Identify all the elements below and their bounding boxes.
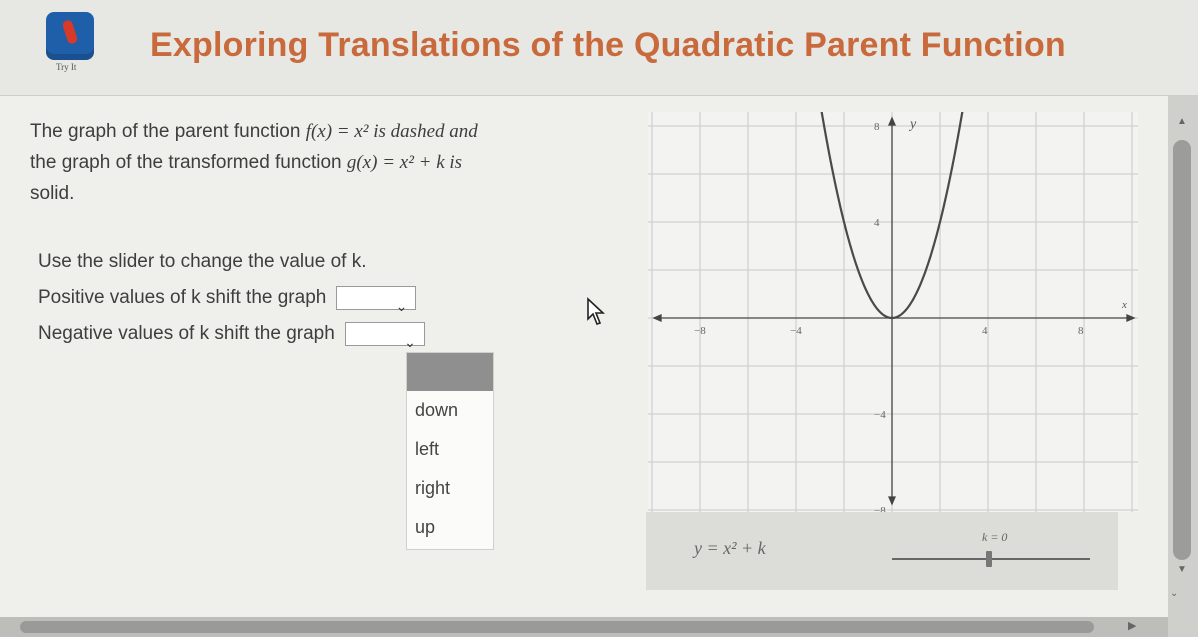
negative-shift-select[interactable]: ⌄ [344,322,425,350]
vertical-scrollbar[interactable]: ▲ ▼ ⌄ [1168,96,1198,637]
intro-part-2: the graph of the transformed function [30,152,347,173]
intro-text: The graph of the parent function f(x) = … [30,116,620,209]
scroll-right-icon[interactable]: ▶ [1128,619,1136,632]
x-tick-label: 4 [982,325,988,337]
logo-caption: Try It [56,62,77,72]
mouse-pointer-icon [587,297,606,325]
scroll-up-icon[interactable]: ▲ [1177,116,1187,127]
dropdown-highlight[interactable] [407,353,493,391]
positive-label: Positive values of k shift the graph [38,287,327,308]
negative-row: Negative values of k shift the graph ⌄ [38,316,578,352]
negative-label: Negative values of k shift the graph [38,323,335,344]
option-up[interactable]: up [407,508,493,547]
x-tick-label: −8 [694,325,706,337]
intro-part-1: The graph of the parent function [30,121,306,142]
k-slider-handle[interactable] [986,551,992,567]
y-tick-label: −8 [874,505,886,512]
quadratic-graph[interactable]: −8 −4 4 8 8 4 −4 −8 y x [648,112,1138,512]
transformed-function-def: g(x) = x² + k is [346,152,463,173]
y-tick-label: 4 [874,217,880,229]
shift-dropdown-menu: down left right up [406,352,494,550]
option-right[interactable]: right [407,469,493,508]
option-left[interactable]: left [407,430,493,469]
slider-instruction: Use the slider to change the value of k. [38,251,367,272]
parent-function-def: f(x) = x² is dashed and [305,121,478,142]
x-tick-label: −4 [790,325,802,337]
horizontal-scroll-thumb[interactable] [20,621,1094,633]
header: Try It Exploring Translations of the Qua… [0,0,1198,96]
scroll-down-icon[interactable]: ▼ [1177,564,1187,575]
page-title: Exploring Translations of the Quadratic … [150,26,1066,64]
y-tick-label: −4 [874,409,886,421]
y-axis-label: y [908,117,917,132]
instructions: Use the slider to change the value of k.… [38,244,578,352]
equation-label: y = x² + k [694,538,766,558]
positive-shift-select[interactable]: ⌄ [336,286,417,314]
graph-background [648,112,1138,512]
scroll-down-icon[interactable]: ⌄ [1170,588,1178,599]
y-tick-label: 8 [874,121,880,133]
chevron-down-icon: ⌄ [395,298,408,314]
main-panel: The graph of the parent function f(x) = … [0,96,1168,626]
x-axis-label: x [1121,299,1127,311]
intro-part-3: solid. [30,183,75,204]
horizontal-scrollbar[interactable]: ▶ [0,617,1168,637]
option-down[interactable]: down [407,391,493,430]
positive-row: Positive values of k shift the graph ⌄ [38,280,578,316]
k-value-label: k = 0 [982,530,1008,544]
x-tick-label: 8 [1078,325,1084,337]
equation-slider-bar: y = x² + k k = 0 [646,512,1118,590]
try-it-logo-icon [46,12,94,60]
vertical-scroll-thumb[interactable] [1173,140,1191,560]
